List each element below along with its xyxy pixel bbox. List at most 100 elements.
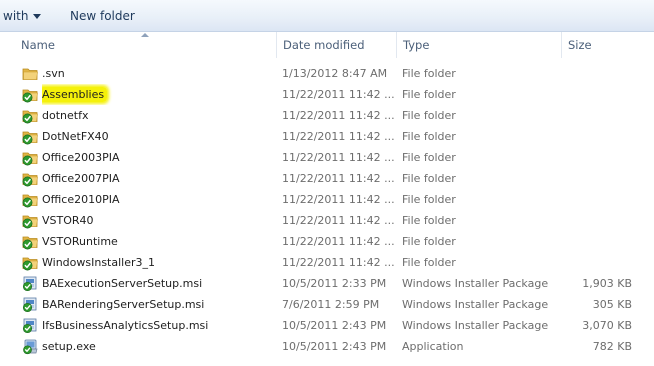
file-list: .svn 1/13/2012 8:47 AM File folder Assembli…: [0, 63, 654, 357]
new-folder-label: New folder: [70, 9, 135, 23]
file-date-modified: 11/22/2011 11:42 ...: [282, 151, 394, 164]
file-name[interactable]: Office2003PIA: [42, 147, 272, 168]
file-date-modified: 11/22/2011 11:42 ...: [282, 130, 394, 143]
file-name-text: WindowsInstaller3_1: [42, 256, 156, 269]
file-name-text: dotnetfx: [42, 109, 89, 122]
chevron-down-icon: [33, 14, 42, 19]
column-header-size-label: Size: [568, 38, 592, 52]
file-size: [561, 126, 632, 147]
file-name[interactable]: Office2007PIA: [42, 168, 272, 189]
file-type: File folder: [402, 235, 456, 248]
file-date-modified: 11/22/2011 11:42 ...: [282, 193, 394, 206]
svn-folder-icon: [22, 107, 39, 124]
file-name-text: VSTOR40: [42, 214, 94, 227]
sort-ascending-icon: [141, 33, 149, 37]
file-date-modified: 11/22/2011 11:42 ...: [282, 256, 394, 269]
file-row[interactable]: dotnetfx 11/22/2011 11:42 ... File folder: [0, 105, 654, 126]
file-name[interactable]: dotnetfx: [42, 105, 272, 126]
folder-icon: [22, 65, 39, 82]
column-header: Name Date modified Type Size: [0, 32, 654, 58]
column-header-name[interactable]: Name: [0, 32, 276, 58]
file-name-text: Office2007PIA: [42, 172, 120, 185]
new-folder-button[interactable]: New folder: [70, 8, 135, 24]
file-name-text: Office2010PIA: [42, 193, 120, 206]
file-size: [561, 147, 632, 168]
file-name-text: DotNetFX40: [42, 130, 109, 143]
file-name[interactable]: setup.exe: [42, 336, 272, 357]
file-type: File folder: [402, 88, 456, 101]
file-name-text: Assemblies: [42, 87, 108, 102]
file-name[interactable]: BARenderingServerSetup.msi: [42, 294, 272, 315]
file-row[interactable]: IfsBusinessAnalyticsSetup.msi 10/5/2011 2…: [0, 315, 654, 336]
file-date-modified: 11/22/2011 11:42 ...: [282, 88, 394, 101]
file-row[interactable]: Office2007PIA 11/22/2011 11:42 ... File fo…: [0, 168, 654, 189]
file-row[interactable]: Assemblies 11/22/2011 11:42 ... File folde…: [0, 84, 654, 105]
file-row[interactable]: VSTOR40 11/22/2011 11:42 ... File folder: [0, 210, 654, 231]
column-header-type[interactable]: Type: [396, 32, 561, 58]
msi-package-icon: [22, 317, 39, 334]
file-name[interactable]: VSTOR40: [42, 210, 272, 231]
file-name[interactable]: BAExecutionServerSetup.msi: [42, 273, 272, 294]
svn-folder-icon: [22, 128, 39, 145]
file-row[interactable]: Office2003PIA 11/22/2011 11:42 ... File fo…: [0, 147, 654, 168]
file-date-modified: 10/5/2011 2:33 PM: [282, 277, 387, 290]
file-row[interactable]: Office2010PIA 11/22/2011 11:42 ... File fo…: [0, 189, 654, 210]
file-type: Application: [402, 340, 464, 353]
file-size: 782 KB: [592, 340, 632, 353]
column-header-date-label: Date modified: [283, 38, 365, 52]
file-name[interactable]: .svn: [42, 63, 272, 84]
file-name[interactable]: VSTORuntime: [42, 231, 272, 252]
file-name-text: Office2003PIA: [42, 151, 120, 164]
svn-folder-icon: [22, 86, 39, 103]
explorer-window: with New folder Name Date modified Type …: [0, 0, 654, 366]
file-size: [561, 252, 632, 273]
svn-folder-icon: [22, 149, 39, 166]
file-name-text: VSTORuntime: [42, 235, 118, 248]
file-row[interactable]: BAExecutionServerSetup.msi 10/5/2011 2:33…: [0, 273, 654, 294]
open-with-button[interactable]: with: [3, 8, 42, 24]
file-type: File folder: [402, 130, 456, 143]
toolbar: with New folder: [0, 0, 654, 32]
file-date-modified: 1/13/2012 8:47 AM: [282, 67, 388, 80]
file-name-text: setup.exe: [42, 340, 96, 353]
file-row[interactable]: BARenderingServerSetup.msi 7/6/2011 2:59 …: [0, 294, 654, 315]
msi-package-icon: [22, 296, 39, 313]
file-date-modified: 7/6/2011 2:59 PM: [282, 298, 380, 311]
file-row[interactable]: DotNetFX40 11/22/2011 11:42 ... File folde…: [0, 126, 654, 147]
file-name[interactable]: Assemblies: [42, 84, 272, 105]
file-size: 305 KB: [592, 298, 632, 311]
file-type: File folder: [402, 67, 456, 80]
svn-folder-icon: [22, 212, 39, 229]
file-row[interactable]: WindowsInstaller3_1 11/22/2011 11:42 ... F…: [0, 252, 654, 273]
svn-folder-icon: [22, 170, 39, 187]
file-date-modified: 11/22/2011 11:42 ...: [282, 172, 394, 185]
column-header-date[interactable]: Date modified: [276, 32, 396, 58]
file-type: File folder: [402, 256, 456, 269]
file-row[interactable]: setup.exe 10/5/2011 2:43 PM Application 782…: [0, 336, 654, 357]
file-name[interactable]: DotNetFX40: [42, 126, 272, 147]
file-row[interactable]: VSTORuntime 11/22/2011 11:42 ... File fold…: [0, 231, 654, 252]
column-header-name-label: Name: [21, 38, 55, 52]
file-name-text: .svn: [42, 67, 65, 80]
file-size: [561, 105, 632, 126]
open-with-label: with: [3, 9, 29, 23]
column-header-size[interactable]: Size: [561, 32, 654, 58]
file-name[interactable]: Office2010PIA: [42, 189, 272, 210]
file-type: File folder: [402, 151, 456, 164]
svn-folder-icon: [22, 233, 39, 250]
file-name-text: IfsBusinessAnalyticsSetup.msi: [42, 319, 209, 332]
file-row[interactable]: .svn 1/13/2012 8:47 AM File folder: [0, 63, 654, 84]
file-size: 1,903 KB: [582, 277, 632, 290]
setup-exe-icon: [22, 338, 39, 355]
file-size: [561, 210, 632, 231]
file-type: File folder: [402, 109, 456, 122]
file-size: [561, 84, 632, 105]
file-name[interactable]: IfsBusinessAnalyticsSetup.msi: [42, 315, 272, 336]
file-date-modified: 10/5/2011 2:43 PM: [282, 340, 387, 353]
file-size: [561, 63, 632, 84]
file-type: File folder: [402, 172, 456, 185]
file-name-text: BARenderingServerSetup.msi: [42, 298, 205, 311]
file-name[interactable]: WindowsInstaller3_1: [42, 252, 272, 273]
column-header-type-label: Type: [403, 38, 430, 52]
file-size: [561, 189, 632, 210]
